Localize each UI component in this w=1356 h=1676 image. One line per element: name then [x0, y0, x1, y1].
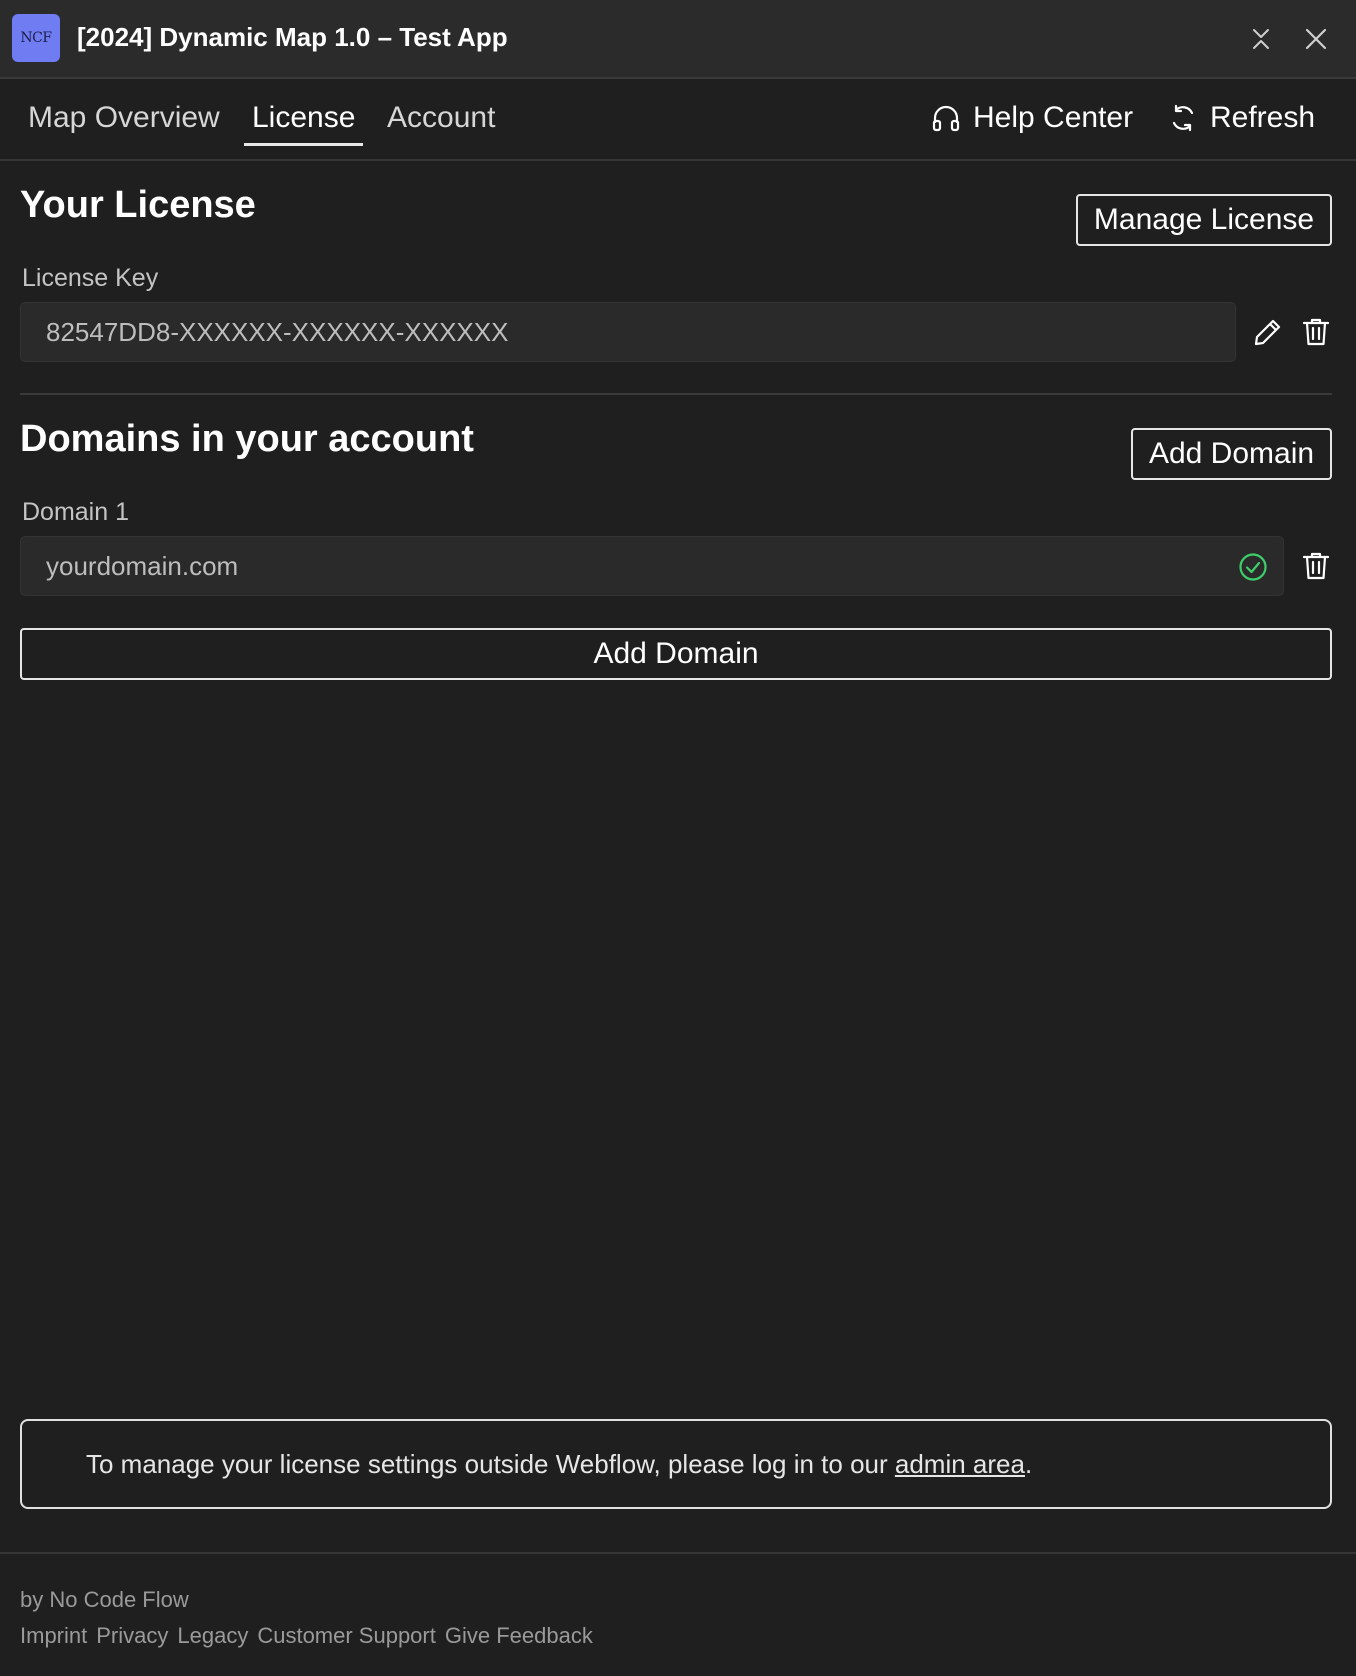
license-key-field[interactable]: 82547DD8-XXXXXX-XXXXXX-XXXXXX — [20, 302, 1236, 362]
title-bar: NCF [2024] Dynamic Map 1.0 – Test App — [0, 0, 1356, 79]
license-key-value: 82547DD8-XXXXXX-XXXXXX-XXXXXX — [46, 316, 509, 347]
notice-text-after: . — [1024, 1448, 1033, 1479]
domain-1-value: yourdomain.com — [46, 550, 239, 581]
active-tab-indicator — [244, 143, 363, 146]
license-heading: Your License — [20, 184, 256, 226]
notice-text: To manage your license settings outside … — [86, 1449, 1032, 1480]
app-logo: NCF — [12, 14, 60, 62]
trash-icon — [1302, 552, 1330, 580]
footer-links: Imprint Privacy Legacy Customer Support … — [20, 1623, 593, 1649]
trash-icon — [1302, 318, 1330, 346]
footer-link-give-feedback[interactable]: Give Feedback — [445, 1623, 593, 1649]
section-divider — [20, 393, 1332, 395]
help-center-label: Help Center — [973, 101, 1134, 134]
notice-text-before: To manage your license settings outside … — [86, 1448, 895, 1479]
domains-heading: Domains in your account — [20, 418, 474, 460]
app-window: NCF [2024] Dynamic Map 1.0 – Test App Ma… — [0, 0, 1356, 1676]
footer-link-customer-support[interactable]: Customer Support — [257, 1623, 436, 1649]
manage-license-button[interactable]: Manage License — [1076, 194, 1332, 246]
tab-license[interactable]: License — [252, 101, 355, 145]
delete-domain-button[interactable] — [1298, 548, 1334, 584]
edit-license-button[interactable] — [1250, 314, 1286, 350]
footer-link-imprint[interactable]: Imprint — [20, 1623, 87, 1649]
refresh-label: Refresh — [1210, 101, 1316, 134]
footer-link-legacy[interactable]: Legacy — [177, 1623, 248, 1649]
tab-account[interactable]: Account — [387, 101, 495, 145]
domain-1-label: Domain 1 — [22, 498, 129, 526]
pencil-icon — [1254, 319, 1281, 346]
domain-1-field[interactable]: yourdomain.com — [20, 536, 1284, 596]
app-title: [2024] Dynamic Map 1.0 – Test App — [77, 22, 508, 52]
refresh-button[interactable]: Refresh — [1168, 101, 1315, 135]
add-domain-button-full[interactable]: Add Domain — [20, 628, 1332, 680]
refresh-icon — [1172, 104, 1194, 132]
close-icon — [1305, 28, 1327, 50]
footer-divider — [0, 1552, 1356, 1554]
collapse-icon — [1253, 29, 1269, 49]
tab-map-overview[interactable]: Map Overview — [28, 101, 220, 145]
check-circle-icon — [1239, 553, 1267, 581]
close-button[interactable] — [1299, 22, 1333, 56]
license-key-label: License Key — [22, 264, 159, 292]
admin-area-link[interactable]: admin area — [895, 1449, 1025, 1479]
collapse-button[interactable] — [1244, 22, 1278, 56]
help-center-link[interactable]: Help Center — [931, 101, 1133, 135]
byline: by No Code Flow — [20, 1587, 189, 1612]
footer-link-privacy[interactable]: Privacy — [96, 1623, 168, 1649]
admin-notice: To manage your license settings outside … — [20, 1419, 1332, 1509]
add-domain-button-top[interactable]: Add Domain — [1131, 428, 1332, 480]
delete-license-button[interactable] — [1298, 314, 1334, 350]
headphones-icon — [932, 105, 960, 132]
